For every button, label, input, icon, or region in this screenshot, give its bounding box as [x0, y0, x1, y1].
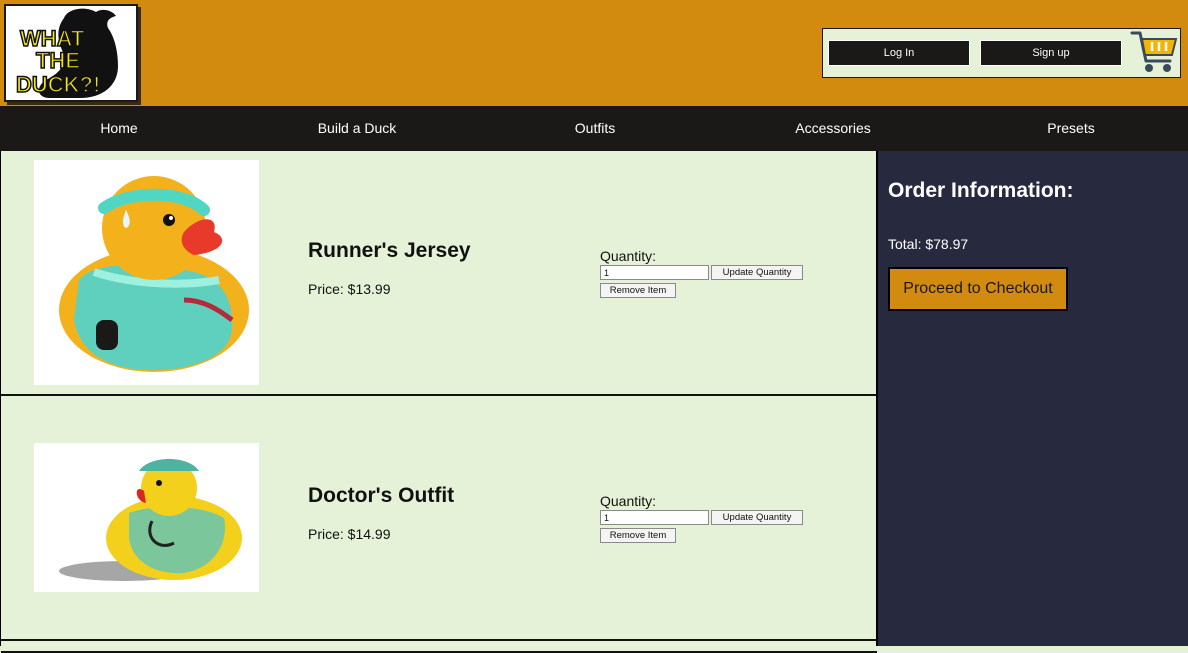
login-button[interactable]: Log In [828, 40, 970, 66]
product-price: Price: $14.99 [308, 526, 391, 542]
cart-item-row [1, 641, 877, 653]
nav-presets[interactable]: Presets [971, 106, 1171, 151]
quantity-input[interactable]: 1 [600, 265, 709, 280]
remove-item-button[interactable]: Remove Item [600, 283, 676, 298]
cart-item-row: Doctor's Outfit Price: $14.99 Quantity: … [1, 396, 877, 641]
runner-duck-image [34, 160, 259, 385]
nav-accessories[interactable]: Accessories [733, 106, 933, 151]
doctor-duck-image [34, 443, 259, 592]
cart-item-row: Runner's Jersey Price: $13.99 Quantity: … [1, 151, 877, 396]
update-quantity-button[interactable]: Update Quantity [711, 265, 803, 280]
nav-outfits[interactable]: Outfits [495, 106, 695, 151]
logo-text-line2: THE [36, 48, 80, 73]
signup-button[interactable]: Sign up [980, 40, 1122, 66]
order-information-panel: Order Information: Total: $78.97 Proceed… [876, 151, 1188, 646]
shopping-cart-icon[interactable] [1130, 29, 1178, 80]
update-quantity-button[interactable]: Update Quantity [711, 510, 803, 525]
quantity-label: Quantity: [600, 248, 657, 264]
remove-item-button[interactable]: Remove Item [600, 528, 676, 543]
quantity-label: Quantity: [600, 493, 657, 509]
product-name: Doctor's Outfit [308, 484, 455, 507]
main-nav: Home Build a Duck Outfits Accessories Pr… [0, 106, 1188, 152]
quantity-input[interactable]: 1 [600, 510, 709, 525]
nav-build-a-duck[interactable]: Build a Duck [257, 106, 457, 151]
cart-items-list: Runner's Jersey Price: $13.99 Quantity: … [0, 151, 877, 653]
logo-text-line3: DUCK?! [16, 72, 100, 97]
nav-home[interactable]: Home [19, 106, 219, 151]
order-total: Total: $78.97 [888, 236, 969, 252]
site-logo[interactable]: WHAT THE DUCK?! [4, 4, 138, 102]
auth-panel: Log In Sign up [822, 28, 1181, 78]
product-price: Price: $13.99 [308, 281, 391, 297]
site-header: WHAT THE DUCK?! Log In Sign up [0, 0, 1188, 106]
order-title: Order Information: [888, 179, 1074, 202]
proceed-to-checkout-button[interactable]: Proceed to Checkout [888, 267, 1068, 311]
product-name: Runner's Jersey [308, 239, 471, 262]
